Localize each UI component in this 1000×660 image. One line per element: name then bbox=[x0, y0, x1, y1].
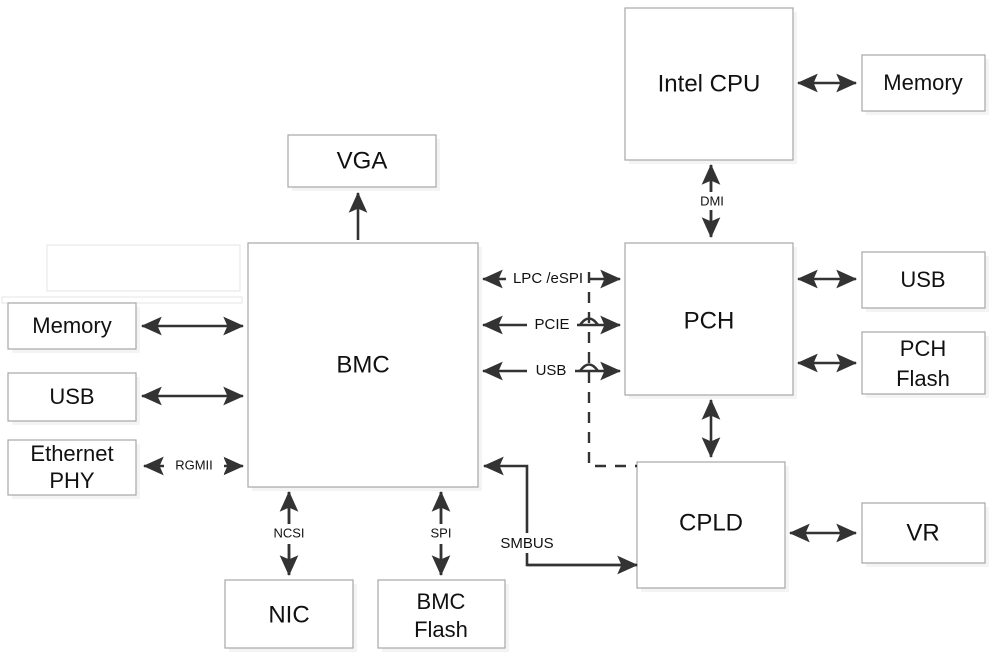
bus-label-dmi: DMI bbox=[700, 193, 724, 208]
node-pch-flash[interactable]: PCH Flash bbox=[861, 331, 989, 398]
node-label-memory-bmc: Memory bbox=[32, 313, 111, 338]
node-vga[interactable]: VGA bbox=[287, 134, 440, 191]
bus-label-usb-bus: USB bbox=[536, 362, 567, 379]
node-vr[interactable]: VR bbox=[861, 502, 989, 567]
node-memory-bmc[interactable]: Memory bbox=[7, 302, 140, 353]
node-label-usb-pch: USB bbox=[900, 267, 945, 292]
node-cpld[interactable]: CPLD bbox=[636, 461, 789, 592]
bus-label-ncsi: NCSI bbox=[273, 525, 304, 540]
node-label-nic: NIC bbox=[268, 601, 309, 628]
node-label-bmc-flash-line1: BMC bbox=[417, 589, 466, 614]
node-bmc-flash[interactable]: BMC Flash bbox=[377, 579, 509, 652]
node-usb-bmc[interactable]: USB bbox=[7, 372, 140, 425]
node-label-pch: PCH bbox=[684, 307, 735, 334]
node-label-intel-cpu: Intel CPU bbox=[658, 70, 761, 97]
node-label-usb-bmc: USB bbox=[49, 384, 94, 409]
node-label-ethernet-phy-line1: Ethernet bbox=[30, 441, 113, 466]
node-pch[interactable]: PCH bbox=[624, 242, 797, 399]
node-label-ethernet-phy-line2: PHY bbox=[49, 468, 95, 493]
diagram-svg: Intel CPU Memory VGA BMC PCH Memory USB bbox=[1, 7, 989, 652]
bus-label-pcie: PCIE bbox=[534, 316, 569, 333]
bus-label-smbus: SMBUS bbox=[500, 535, 553, 552]
node-label-bmc: BMC bbox=[336, 351, 389, 378]
node-label-memory-cpu: Memory bbox=[883, 70, 962, 95]
node-ethernet-phy[interactable]: Ethernet PHY bbox=[7, 439, 140, 499]
bus-label-rgmii: RGMII bbox=[175, 457, 213, 472]
node-label-pch-flash-line1: PCH bbox=[900, 336, 946, 361]
node-intel-cpu[interactable]: Intel CPU bbox=[624, 7, 797, 164]
bus-label-lpc-espi: LPC /eSPI bbox=[513, 270, 583, 287]
node-label-pch-flash-line2: Flash bbox=[896, 366, 950, 391]
node-nic[interactable]: NIC bbox=[224, 579, 357, 652]
node-bmc[interactable]: BMC bbox=[247, 242, 482, 491]
node-label-bmc-flash-line2: Flash bbox=[414, 617, 468, 642]
node-memory-cpu[interactable]: Memory bbox=[861, 54, 989, 115]
background-artifact-left-2 bbox=[1, 296, 243, 304]
node-usb-pch[interactable]: USB bbox=[861, 251, 989, 312]
bus-label-spi: SPI bbox=[431, 525, 452, 540]
node-label-cpld: CPLD bbox=[679, 509, 743, 536]
background-artifact-left bbox=[46, 244, 241, 292]
node-label-vr: VR bbox=[906, 519, 939, 546]
node-label-vga: VGA bbox=[337, 147, 388, 174]
block-diagram-canvas: Intel CPU Memory VGA BMC PCH Memory USB bbox=[0, 0, 1000, 660]
